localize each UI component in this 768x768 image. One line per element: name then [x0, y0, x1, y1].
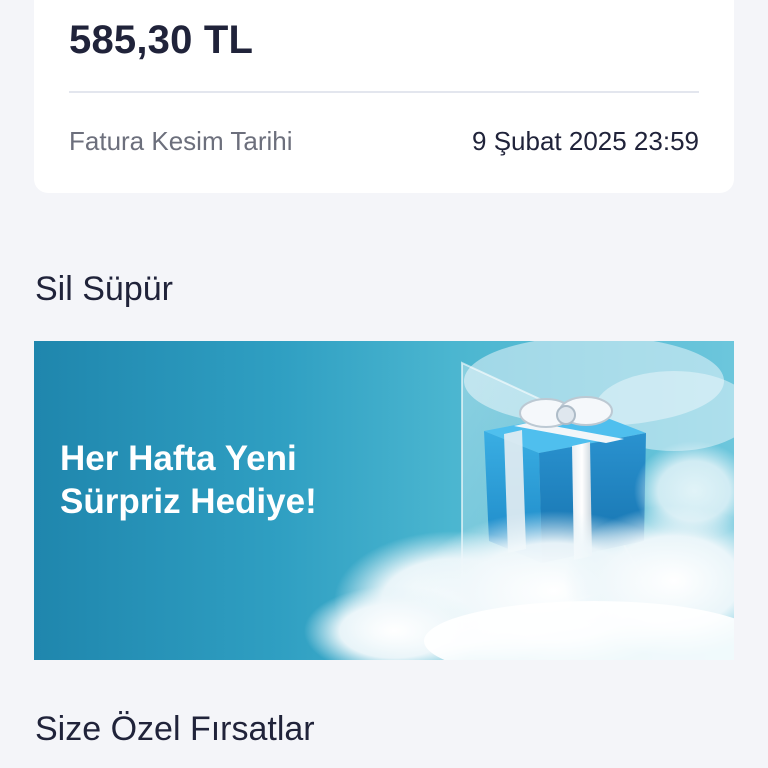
gift-promo-banner[interactable]: Her Hafta Yeni Sürpriz Hediye!: [34, 341, 734, 660]
card-divider: [69, 91, 699, 93]
banner-line-2: Sürpriz Hediye!: [60, 482, 317, 521]
invoice-date-label: Fatura Kesim Tarihi: [69, 126, 293, 156]
invoice-amount: 585,30 TL: [69, 18, 254, 62]
banner-headline: Her Hafta Yeni Sürpriz Hediye!: [60, 437, 317, 523]
page: 585,30 TL Fatura Kesim Tarihi 9 Şubat 20…: [0, 0, 768, 768]
invoice-date-value: 9 Şubat 2025 23:59: [472, 126, 699, 156]
invoice-card: 585,30 TL Fatura Kesim Tarihi 9 Şubat 20…: [34, 0, 734, 193]
special-offers-title: Size Özel Fırsatlar: [35, 710, 315, 748]
banner-line-1: Her Hafta Yeni: [60, 439, 297, 478]
sil-supur-title: Sil Süpür: [35, 270, 173, 308]
